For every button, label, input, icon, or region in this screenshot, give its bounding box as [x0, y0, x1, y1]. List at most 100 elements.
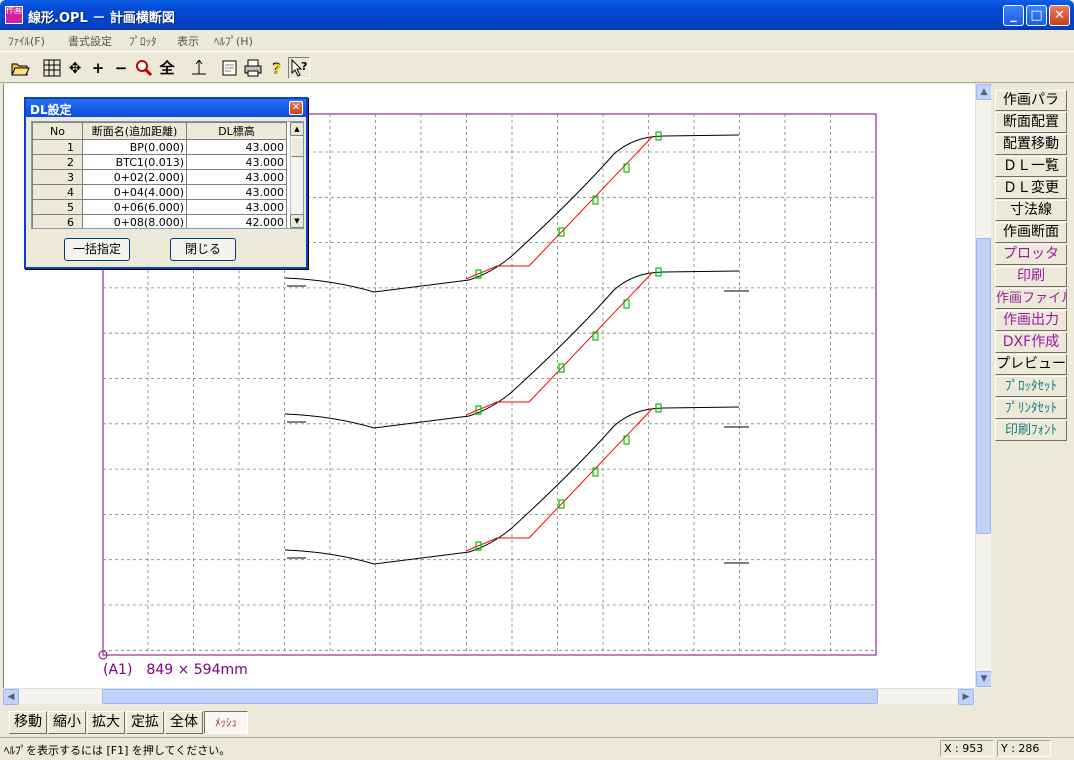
horizontal-scroll-thumb[interactable]	[102, 689, 878, 704]
table-scroll-up-icon[interactable]: ▲	[290, 122, 303, 136]
design-line	[465, 135, 654, 280]
layout-move-button[interactable]: 配置移動	[995, 134, 1067, 155]
vertical-scroll-thumb[interactable]	[976, 238, 991, 534]
tab-move[interactable]: 移動	[9, 711, 47, 734]
scroll-left-icon[interactable]: ◀	[3, 689, 19, 705]
table-row[interactable]: 2 BTC1(0.013) 43.000	[32, 154, 287, 170]
dialog-close-button[interactable]: 閉じる	[170, 238, 236, 261]
dl-change-button[interactable]: ＤＬ変更	[995, 178, 1067, 199]
dl-list-button[interactable]: ＤＬ一覧	[995, 156, 1067, 177]
column-header-section-name: 断面名(追加距離)	[82, 122, 187, 140]
svg-text:?: ?	[273, 62, 281, 78]
section-name-cell[interactable]: 0+02(2.000)	[82, 169, 187, 185]
zoom-in-icon[interactable]: +	[87, 57, 109, 79]
dl-settings-dialog: DL設定 ✕ No 断面名(追加距離) DL標高 1 BP(0.000) 43.…	[24, 97, 308, 269]
draw-file-button[interactable]: 作画ファイル	[995, 288, 1067, 309]
section-name-cell[interactable]: BTC1(0.013)	[82, 154, 187, 170]
dl-elevation-cell[interactable]: 43.000	[186, 154, 287, 170]
menu-view[interactable]: 表示	[177, 33, 199, 49]
window-title: 線形.OPL － 計画横断図	[28, 11, 175, 26]
horizontal-scrollbar[interactable]: ◀ ▶	[3, 688, 975, 705]
dl-elevation-cell[interactable]: 43.000	[186, 184, 287, 200]
menu-plotter[interactable]: ﾌﾟﾛｯﾀ	[129, 33, 157, 49]
row-number: 6	[32, 214, 83, 228]
view-tab-strip: 移動 縮小 拡大 定拡 全体 ﾒｯｼｭ	[0, 709, 1074, 735]
menu-format[interactable]: 書式設定	[68, 33, 112, 49]
section-name-cell[interactable]: BP(0.000)	[82, 139, 187, 155]
draw-output-button[interactable]: 作画出力	[995, 310, 1067, 331]
measure-icon[interactable]	[188, 57, 210, 79]
zoom-window-icon[interactable]	[133, 57, 155, 79]
draw-params-button[interactable]: 作画パラ	[995, 90, 1067, 111]
close-button[interactable]: ✕	[1049, 5, 1070, 26]
tab-mesh[interactable]: ﾒｯｼｭ	[204, 711, 248, 734]
table-scrollbar[interactable]: ▲ ▼	[290, 122, 303, 228]
dxf-create-button[interactable]: DXF作成	[995, 332, 1067, 353]
vertical-scrollbar[interactable]: ▲ ▼	[975, 84, 992, 688]
toolbar: ✥ + − 全 ?? ?	[0, 51, 1074, 83]
minimize-icon: _	[1010, 8, 1017, 23]
plotter-setup-button[interactable]: ﾌﾟﾛｯﾀｾｯﾄ	[995, 376, 1067, 397]
maximize-button[interactable]: □	[1026, 5, 1047, 26]
printer-setup-button[interactable]: ﾌﾟﾘﾝﾀｾｯﾄ	[995, 398, 1067, 419]
table-row[interactable]: 4 0+04(4.000) 43.000	[32, 184, 287, 200]
cursor-y-readout: Y : 286	[997, 740, 1051, 757]
dialog-close-icon[interactable]: ✕	[289, 101, 303, 115]
cursor-x-readout: X : 953	[940, 740, 994, 757]
menu-file[interactable]: ﾌｧｲﾙ(F)	[8, 33, 45, 49]
bulk-assign-button[interactable]: 一括指定	[64, 238, 130, 261]
draw-section-button[interactable]: 作画断面	[995, 222, 1067, 243]
dl-table[interactable]: No 断面名(追加距離) DL標高 1 BP(0.000) 43.000 2 B…	[31, 121, 304, 229]
scroll-down-icon[interactable]: ▼	[976, 671, 992, 687]
zoom-out-icon[interactable]: −	[110, 57, 132, 79]
table-row[interactable]: 6 0+08(8.000) 42.000	[32, 214, 287, 228]
row-number: 5	[32, 199, 83, 215]
app-icon: 作画	[5, 6, 23, 24]
table-scroll-down-icon[interactable]: ▼	[290, 214, 303, 228]
section-layout-button[interactable]: 断面配置	[995, 112, 1067, 133]
tab-whole[interactable]: 全体	[165, 711, 203, 734]
context-help-icon[interactable]: ?	[288, 57, 310, 79]
design-line	[465, 407, 654, 552]
maximize-icon: □	[1030, 8, 1043, 23]
zoom-all-icon[interactable]: 全	[156, 57, 178, 79]
grid-icon[interactable]	[41, 57, 63, 79]
close-icon: ✕	[1054, 8, 1065, 23]
print-font-button[interactable]: 印刷ﾌｫﾝﾄ	[995, 420, 1067, 441]
row-number: 1	[32, 139, 83, 155]
minimize-button[interactable]: _	[1003, 5, 1024, 26]
section-name-cell[interactable]: 0+04(4.000)	[82, 184, 187, 200]
plotter-button[interactable]: プロッタ	[995, 244, 1067, 265]
dimension-line-button[interactable]: 寸法線	[995, 200, 1067, 221]
menu-help[interactable]: ﾍﾙﾌﾟ(H)	[214, 33, 253, 49]
tab-fixed-zoom[interactable]: 定拡	[126, 711, 164, 734]
row-number: 2	[32, 154, 83, 170]
tab-shrink[interactable]: 縮小	[48, 711, 86, 734]
section-name-cell[interactable]: 0+06(6.000)	[82, 199, 187, 215]
dl-elevation-cell[interactable]: 43.000	[186, 199, 287, 215]
help-icon[interactable]: ??	[265, 57, 287, 79]
paper-size-label: (A1) 849 × 594mm	[103, 662, 248, 678]
dl-elevation-cell[interactable]: 43.000	[186, 169, 287, 185]
tab-enlarge[interactable]: 拡大	[87, 711, 125, 734]
open-folder-icon[interactable]	[9, 57, 31, 79]
table-row[interactable]: 1 BP(0.000) 43.000	[32, 139, 287, 155]
table-row[interactable]: 5 0+06(6.000) 43.000	[32, 199, 287, 215]
table-scroll-thumb[interactable]	[291, 137, 303, 157]
column-header-no: No	[32, 122, 83, 140]
section-name-cell[interactable]: 0+08(8.000)	[82, 214, 187, 228]
print-button[interactable]: 印刷	[995, 266, 1067, 287]
scroll-up-icon[interactable]: ▲	[976, 84, 992, 100]
status-help-text: ﾍﾙﾌﾟを表示するには [F1] を押してください。	[4, 744, 231, 757]
dialog-title-bar: DL設定 ✕	[26, 99, 306, 117]
dl-elevation-cell[interactable]: 42.000	[186, 214, 287, 228]
pan-icon[interactable]: ✥	[64, 57, 86, 79]
scroll-right-icon[interactable]: ▶	[958, 689, 974, 705]
print-icon[interactable]	[242, 57, 264, 79]
preview-icon[interactable]	[219, 57, 241, 79]
dialog-title: DL設定	[30, 103, 72, 117]
preview-button[interactable]: プレビュー	[995, 354, 1067, 375]
row-number: 3	[32, 169, 83, 185]
table-row[interactable]: 3 0+02(2.000) 43.000	[32, 169, 287, 185]
dl-elevation-cell[interactable]: 43.000	[186, 139, 287, 155]
